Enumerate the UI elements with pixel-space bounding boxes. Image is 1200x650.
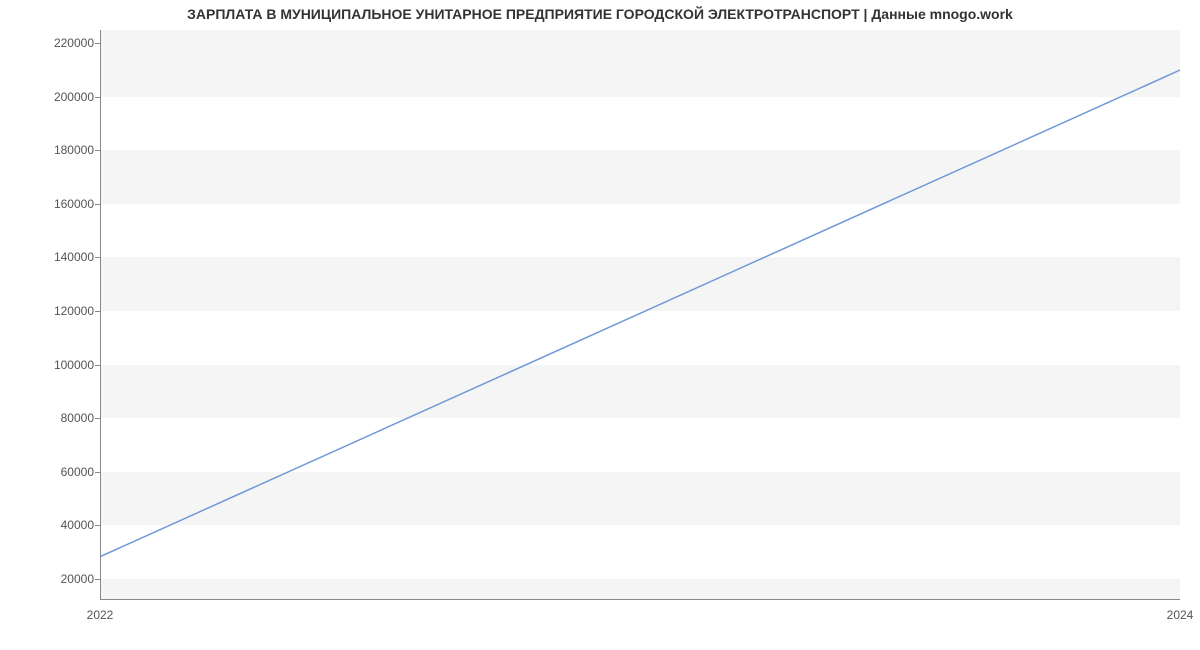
y-tick: [95, 418, 101, 419]
chart-container: ЗАРПЛАТА В МУНИЦИПАЛЬНОЕ УНИТАРНОЕ ПРЕДП…: [0, 0, 1200, 650]
y-tick-label: 220000: [34, 36, 94, 50]
y-tick: [95, 97, 101, 98]
y-tick: [95, 472, 101, 473]
y-tick-label: 80000: [34, 411, 94, 425]
y-tick-label: 180000: [34, 143, 94, 157]
y-tick-label: 60000: [34, 465, 94, 479]
y-tick-label: 40000: [34, 518, 94, 532]
y-tick: [95, 43, 101, 44]
y-tick: [95, 257, 101, 258]
y-tick: [95, 365, 101, 366]
line-layer: [101, 30, 1180, 599]
y-tick-label: 20000: [34, 572, 94, 586]
y-tick-label: 100000: [34, 358, 94, 372]
y-tick: [95, 525, 101, 526]
y-tick: [95, 204, 101, 205]
series-line: [101, 70, 1180, 556]
y-tick-label: 200000: [34, 90, 94, 104]
x-tick-label: 2024: [1167, 608, 1194, 622]
chart-title: ЗАРПЛАТА В МУНИЦИПАЛЬНОЕ УНИТАРНОЕ ПРЕДП…: [0, 6, 1200, 22]
y-tick-label: 120000: [34, 304, 94, 318]
x-tick-label: 2022: [87, 608, 114, 622]
plot-area: [100, 30, 1180, 600]
y-tick: [95, 311, 101, 312]
y-tick-label: 160000: [34, 197, 94, 211]
y-tick: [95, 150, 101, 151]
y-tick-label: 140000: [34, 250, 94, 264]
y-tick: [95, 579, 101, 580]
